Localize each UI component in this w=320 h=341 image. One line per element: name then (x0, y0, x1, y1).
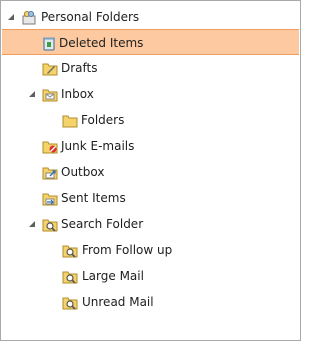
collapse-toggle-icon[interactable] (29, 91, 35, 97)
tree-item-personal-folders[interactable]: Personal Folders (1, 4, 300, 30)
drafts-folder-icon (42, 61, 58, 76)
search-folder-icon (62, 269, 78, 284)
folder-tree: Personal Folders Deleted Items Drafts In… (0, 0, 301, 341)
tree-item-folders[interactable]: Folders (1, 107, 300, 133)
tree-item-drafts[interactable]: Drafts (1, 55, 300, 81)
tree-item-outbox[interactable]: Outbox (1, 159, 300, 185)
tree-item-label: Inbox (61, 87, 94, 101)
collapse-toggle-icon[interactable] (29, 221, 35, 227)
tree-item-label: Deleted Items (59, 36, 144, 50)
tree-item-label: Outbox (61, 165, 105, 179)
search-folder-icon (42, 217, 58, 232)
tree-item-label: Drafts (61, 61, 98, 75)
tree-item-label: Sent Items (61, 191, 126, 205)
tree-item-label: Unread Mail (82, 295, 154, 309)
tree-item-from-follow-up[interactable]: From Follow up (1, 237, 300, 263)
personal-folders-icon (21, 10, 37, 25)
search-folder-icon (62, 243, 78, 258)
collapse-toggle-icon[interactable] (8, 14, 14, 20)
folder-icon (62, 113, 78, 128)
tree-item-unread-mail[interactable]: Unread Mail (1, 289, 300, 315)
sent-folder-icon (42, 191, 58, 206)
inbox-folder-icon (42, 87, 58, 102)
tree-item-large-mail[interactable]: Large Mail (1, 263, 300, 289)
tree-item-label: Search Folder (61, 217, 144, 231)
tree-item-label: Folders (81, 113, 125, 127)
junk-folder-icon (42, 139, 58, 154)
tree-item-label: Personal Folders (41, 10, 140, 24)
trash-can-icon (41, 36, 57, 51)
tree-item-sent-items[interactable]: Sent Items (1, 185, 300, 211)
tree-item-search-folder[interactable]: Search Folder (1, 211, 300, 237)
tree-item-deleted-items[interactable]: Deleted Items (2, 29, 299, 55)
tree-item-label: Large Mail (82, 269, 144, 283)
search-folder-icon (62, 295, 78, 310)
tree-item-label: Junk E-mails (61, 139, 135, 153)
tree-item-junk-emails[interactable]: Junk E-mails (1, 133, 300, 159)
tree-item-label: From Follow up (82, 243, 173, 257)
tree-item-inbox[interactable]: Inbox (1, 81, 300, 107)
outbox-folder-icon (42, 165, 58, 180)
